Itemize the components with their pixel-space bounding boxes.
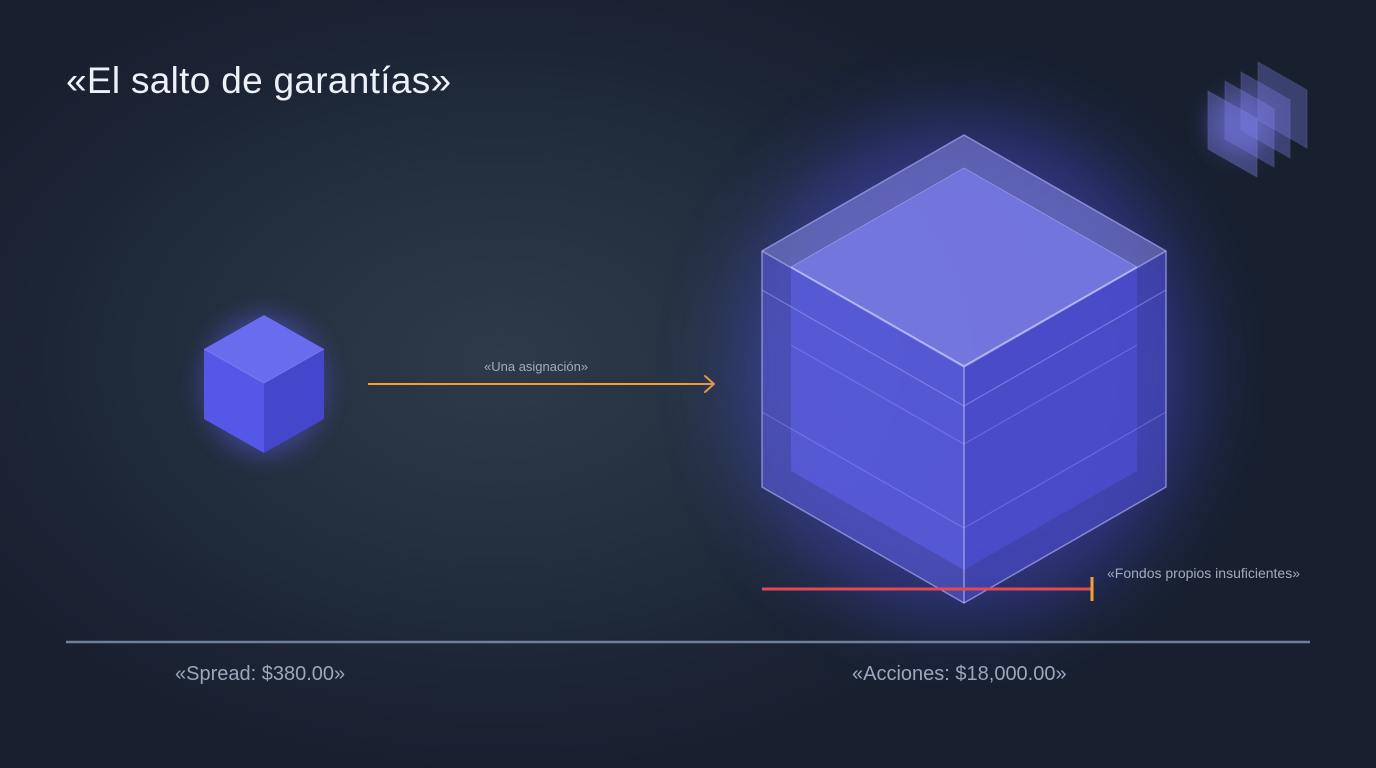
diagram-canvas: «El salto de garantías» «Una asignación»… bbox=[0, 0, 1376, 768]
large-cube-icon bbox=[734, 120, 1194, 620]
acciones-value-label: «Acciones: $18,000.00» bbox=[852, 663, 1067, 685]
insufficient-funds-label: «Fondos propios insuficientes» bbox=[1107, 565, 1301, 581]
spread-value-label: «Spread: $380.00» bbox=[175, 663, 346, 685]
allocation-arrow bbox=[368, 375, 715, 393]
page-title: «El salto de garantías» bbox=[66, 60, 452, 101]
small-cube-icon bbox=[202, 315, 326, 455]
arrow-label: «Una asignación» bbox=[484, 359, 589, 374]
diagram-art bbox=[66, 61, 1310, 644]
stacked-layers-icon bbox=[1207, 61, 1308, 178]
